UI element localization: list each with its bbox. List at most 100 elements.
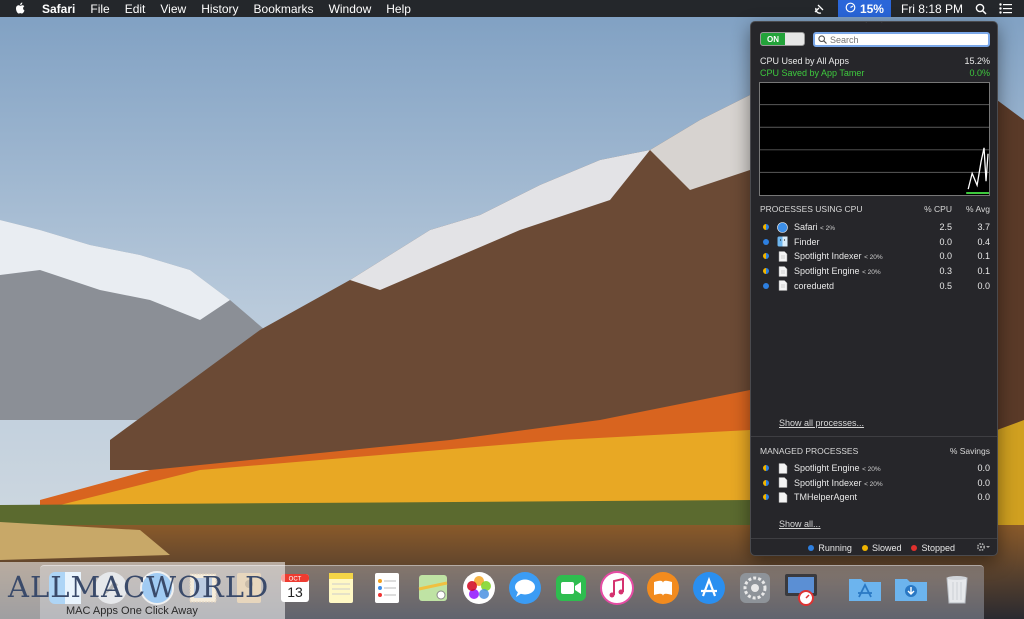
process-row-coreduetd[interactable]: coreduetd 0.5 0.0 (760, 278, 990, 293)
photos-dock-icon[interactable] (460, 569, 498, 607)
status-legend: Running Slowed Stopped (751, 538, 997, 555)
tamer-on-off-toggle[interactable]: ON (760, 32, 805, 46)
status-dot-slowed (763, 479, 769, 486)
processes-header-title: PROCESSES USING CPU (760, 204, 863, 214)
process-name: Spotlight Engine (794, 463, 860, 474)
cpu-used-label: CPU Used by All Apps (760, 56, 850, 66)
downloads-folder-dock-icon[interactable] (892, 569, 930, 607)
process-cpu: 0.5 (939, 280, 952, 291)
processes-header-avg: % Avg (966, 204, 990, 214)
section-divider (751, 436, 997, 437)
menu-window[interactable]: Window (329, 2, 372, 16)
process-row-spotlight-engine[interactable]: Spotlight Engine < 20% 0.3 0.1 (760, 264, 990, 279)
processes-header: PROCESSES USING CPU % CPU % Avg (760, 204, 990, 214)
app-tamer-percent: 15% (859, 1, 884, 16)
process-name: Spotlight Indexer (794, 251, 862, 262)
managed-row-spotlight-engine[interactable]: Spotlight Engine < 20% 0.0 (760, 461, 990, 476)
process-name: Safari (794, 222, 818, 233)
app-tamer-gauge-icon (845, 2, 856, 16)
process-cpu: 0.0 (939, 236, 952, 247)
process-cpu: 0.0 (939, 251, 952, 262)
process-cpu: 2.5 (939, 222, 952, 233)
process-limit: < 20% (862, 269, 881, 277)
managed-header-title: MANAGED PROCESSES (760, 446, 859, 456)
menu-history[interactable]: History (201, 2, 238, 16)
menu-file[interactable]: File (90, 2, 109, 16)
itunes-dock-icon[interactable] (598, 569, 636, 607)
process-limit: < 20% (864, 480, 883, 488)
process-name: coreduetd (794, 280, 835, 291)
messages-dock-icon[interactable] (506, 569, 544, 607)
managed-header-savings: % Savings (949, 446, 990, 456)
process-avg: 0.0 (977, 280, 990, 291)
finder-icon (777, 236, 788, 247)
process-avg: 0.4 (977, 236, 990, 247)
cpu-used-value: 15.2% (964, 56, 990, 66)
safari-icon (777, 221, 788, 233)
managed-process-list: Spotlight Engine < 20% 0.0 Spotlight Ind… (760, 461, 990, 505)
app-tamer-status-item[interactable]: 15% (837, 0, 891, 17)
calendar-month: OCT (289, 577, 302, 583)
status-dot-slowed (763, 224, 769, 231)
show-all-managed-link[interactable]: Show all... (779, 519, 821, 529)
notes-dock-icon[interactable] (322, 569, 360, 607)
notification-center-icon[interactable] (999, 3, 1012, 14)
process-row-safari[interactable]: Safari < 2% 2.5 3.7 (760, 220, 990, 235)
menu-bookmarks[interactable]: Bookmarks (254, 2, 314, 16)
menu-app-name[interactable]: Safari (42, 2, 75, 16)
process-search-field[interactable] (813, 32, 990, 47)
watermark-tagline: MAC Apps One Click Away (66, 605, 198, 617)
apple-menu-icon[interactable] (14, 2, 30, 15)
cpu-usage-graph (759, 82, 990, 196)
app-store-dock-icon[interactable] (690, 569, 728, 607)
document-icon (777, 492, 788, 503)
app-tamer-panel: ON CPU Used by All Apps 15.2% CPU Saved … (750, 21, 998, 556)
legend-stopped: Stopped (911, 543, 955, 553)
process-savings: 0.0 (977, 463, 990, 474)
menu-edit[interactable]: Edit (125, 2, 146, 16)
menu-view[interactable]: View (160, 2, 186, 16)
system-preferences-dock-icon[interactable] (736, 569, 774, 607)
search-input[interactable] (830, 34, 980, 45)
trash-dock-icon[interactable] (938, 569, 976, 607)
process-list: Safari < 2% 2.5 3.7 Finder 0.0 0.4 Spotl… (760, 220, 990, 293)
managed-row-tmhelperagent[interactable]: TMHelperAgent 0.0 (760, 490, 990, 505)
maps-dock-icon[interactable] (414, 569, 452, 607)
process-limit: < 2% (820, 225, 836, 233)
cpu-saved-row: CPU Saved by App Tamer 0.0% (760, 68, 990, 78)
menubar-clock[interactable]: Fri 8:18 PM (901, 2, 963, 16)
status-dot-slowed (763, 268, 769, 275)
legend-running: Running (808, 543, 852, 553)
calendar-day: 13 (287, 584, 303, 600)
cpu-saved-label: CPU Saved by App Tamer (760, 68, 865, 78)
status-dot-slowed (763, 253, 769, 260)
managed-row-spotlight-indexer[interactable]: Spotlight Indexer < 20% 0.0 (760, 476, 990, 491)
menu-help[interactable]: Help (386, 2, 411, 16)
cpu-used-row: CPU Used by All Apps 15.2% (760, 56, 990, 66)
app-tamer-dock-icon[interactable] (782, 569, 820, 607)
process-name: Finder (794, 236, 820, 247)
legend-slowed: Slowed (861, 543, 901, 553)
ibooks-dock-icon[interactable] (644, 569, 682, 607)
document-icon (777, 477, 788, 489)
satellite-status-icon[interactable] (813, 3, 826, 14)
toggle-on-label: ON (761, 33, 785, 45)
process-avg: 0.1 (977, 266, 990, 277)
applications-folder-dock-icon[interactable] (846, 569, 884, 607)
process-savings: 0.0 (977, 492, 990, 503)
process-row-finder[interactable]: Finder 0.0 0.4 (760, 235, 990, 250)
facetime-dock-icon[interactable] (552, 569, 590, 607)
process-savings: 0.0 (977, 477, 990, 488)
process-limit: < 20% (864, 254, 883, 262)
reminders-dock-icon[interactable] (368, 569, 406, 607)
show-all-processes-link[interactable]: Show all processes... (779, 418, 864, 428)
process-name: Spotlight Indexer (794, 477, 862, 488)
watermark-title: ALLMACWORLD (8, 570, 270, 604)
gear-icon[interactable] (976, 541, 990, 553)
process-name: Spotlight Engine (794, 266, 860, 277)
menu-bar: Safari File Edit View History Bookmarks … (0, 0, 1024, 17)
process-row-spotlight-indexer[interactable]: Spotlight Indexer < 20% 0.0 0.1 (760, 249, 990, 264)
process-avg: 3.7 (977, 222, 990, 233)
spotlight-search-icon[interactable] (975, 3, 987, 15)
process-name: TMHelperAgent (794, 492, 858, 503)
